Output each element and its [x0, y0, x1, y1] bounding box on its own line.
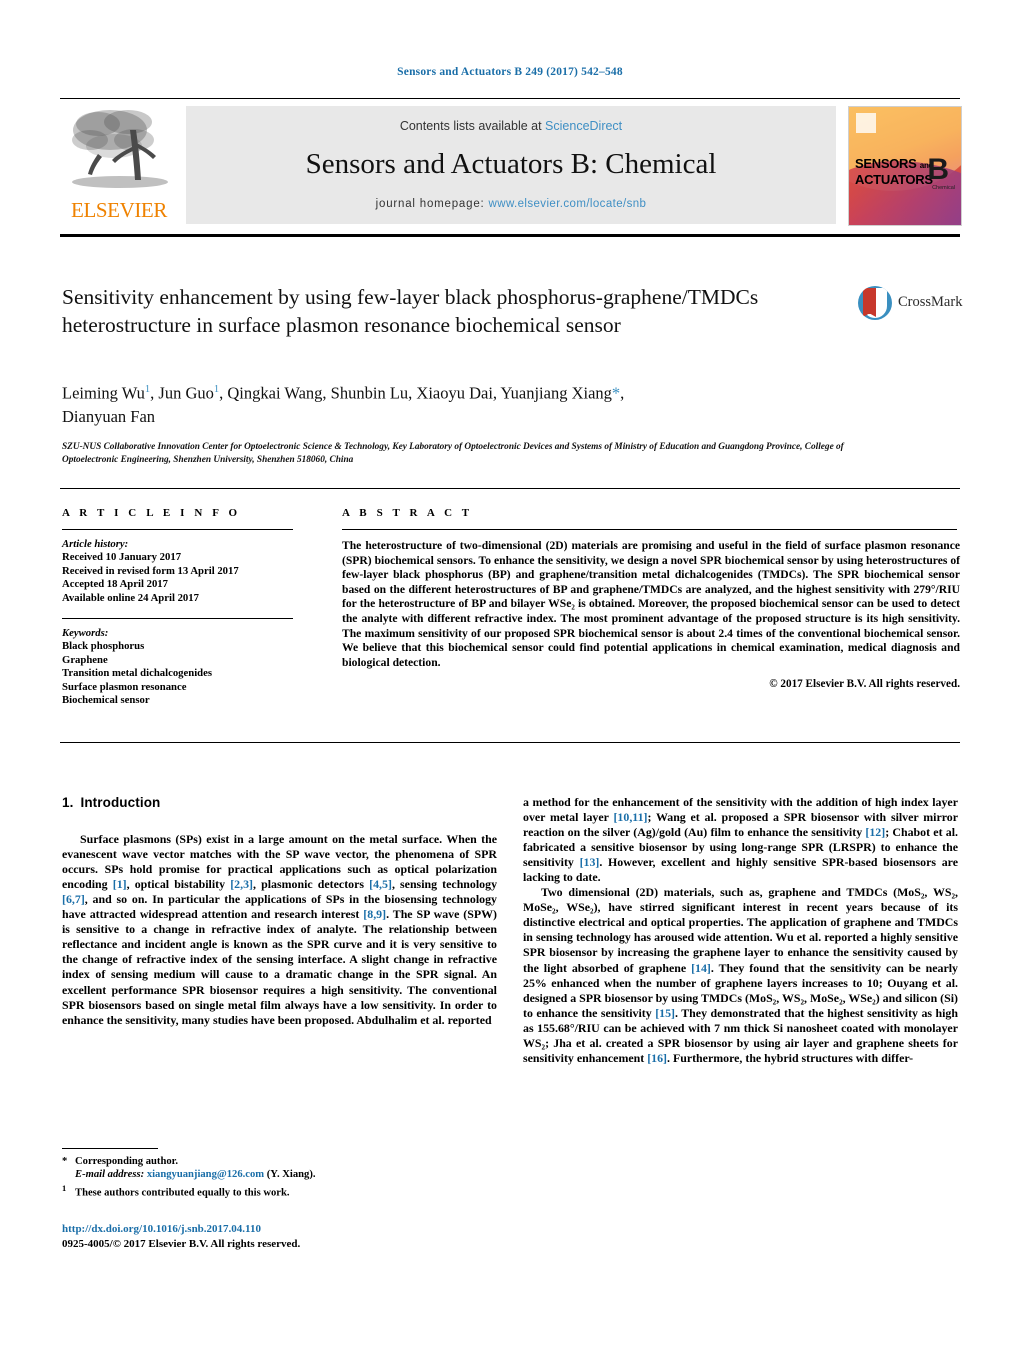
body-column-right: a method for the enhancement of the sens…: [523, 795, 958, 1066]
journal-masthead: ELSEVIER Contents lists available at Sci…: [60, 104, 962, 226]
abstract-text: The heterostructure of two-dimensional (…: [342, 539, 960, 669]
text-run: . The SP wave (SPW) is sensitive to a ch…: [62, 907, 497, 1027]
footnote-equal-contribution: 1 These authors contributed equally to th…: [62, 1182, 492, 1200]
footnote-one-mark: 1: [62, 1182, 67, 1193]
abstract-column: A B S T R A C T The heterostructure of t…: [342, 507, 960, 690]
citation-ref[interactable]: [12]: [865, 825, 885, 839]
keyword-item: Biochemical sensor: [62, 694, 150, 707]
article-info-heading: A R T I C L E I N F O: [62, 507, 241, 519]
section-number: 1.: [62, 795, 74, 810]
cover-line-2: ACTUATORS: [855, 172, 933, 187]
citation-ref[interactable]: [8,9]: [363, 907, 386, 921]
cover-subtitle: Chemical: [932, 185, 955, 191]
paper-page: Sensors and Actuators B 249 (2017) 542–5…: [0, 0, 1020, 1351]
abstract-bottom-rule: [60, 742, 960, 743]
authors-rest: , Qingkai Wang, Shunbin Lu, Xiaoyu Dai, …: [219, 383, 612, 403]
article-history-block: Article history: Received 10 January 201…: [62, 538, 297, 605]
abstract-heading: A B S T R A C T: [342, 507, 473, 519]
footnote-rule: [62, 1148, 158, 1149]
footnote-star-mark: *: [62, 1156, 68, 1167]
author-leiming-wu: Leiming Wu: [62, 383, 145, 403]
citation-ref[interactable]: [15]: [655, 1006, 675, 1020]
section-title: Introduction: [80, 795, 161, 810]
affiliation: SZU-NUS Collaborative Innovation Center …: [62, 442, 844, 465]
footnote-corresponding: * Corresponding author.: [62, 1155, 492, 1168]
abstract-top-rule: [60, 488, 960, 489]
footnote-corresponding-text: Corresponding author.: [75, 1156, 179, 1167]
citation-ref[interactable]: [13]: [580, 855, 600, 869]
paragraph: Two dimensional (2D) materials, such as,…: [523, 885, 958, 1066]
abstract-rule: [342, 529, 957, 530]
citation-ref[interactable]: [16]: [647, 1051, 667, 1065]
paragraph: Surface plasmons (SPs) exist in a large …: [62, 832, 497, 1028]
homepage-label: journal homepage:: [375, 198, 485, 210]
citation-ref[interactable]: [10,11]: [613, 810, 647, 824]
citation-ref[interactable]: [6,7]: [62, 892, 85, 906]
doi-link[interactable]: http://dx.doi.org/10.1016/j.snb.2017.04.…: [62, 1222, 492, 1237]
keyword-item: Surface plasmon resonance: [62, 680, 187, 693]
keywords-label: Keywords:: [62, 627, 109, 640]
elsevier-wordmark: ELSEVIER: [71, 198, 167, 222]
cover-series-letter: B: [927, 153, 949, 186]
crossmark-badge[interactable]: CrossMark: [858, 286, 962, 328]
crossmark-icon: [858, 286, 892, 320]
article-info-rule: [62, 529, 293, 530]
text-run: , optical bistability: [126, 877, 231, 892]
journal-cover-image: SENSORS and ACTUATORS B Chemical: [848, 106, 962, 226]
elsevier-logo: ELSEVIER: [60, 106, 178, 224]
history-item: Accepted 18 April 2017: [62, 578, 168, 591]
issn-copyright-line: 0925-4005/© 2017 Elsevier B.V. All right…: [62, 1237, 301, 1250]
footnotes-block: * Corresponding author. E-mail address: x…: [62, 1155, 492, 1200]
contents-line: Contents lists available at ScienceDirec…: [186, 119, 836, 133]
sciencedirect-link[interactable]: ScienceDirect: [545, 119, 622, 133]
keywords-block: Keywords: Black phosphorus Graphene Tran…: [62, 627, 297, 707]
citation-ref[interactable]: [1]: [113, 877, 127, 891]
corresponding-author-mark[interactable]: *: [612, 384, 620, 403]
keywords-rule: [62, 618, 293, 620]
elsevier-tree-icon: [72, 110, 168, 188]
author-list: Leiming Wu1, Jun Guo1, Qingkai Wang, Shu…: [62, 383, 625, 426]
footnote-equal-text: These authors contributed equally to thi…: [75, 1187, 290, 1199]
citation-ref[interactable]: [14]: [691, 961, 711, 975]
text-run: . Furthermore, the hybrid structures wit…: [667, 1050, 914, 1065]
cover-title-text: SENSORS and ACTUATORS: [855, 157, 933, 187]
journal-homepage-line: journal homepage: www.elsevier.com/locat…: [186, 198, 836, 210]
text-run: , plasmonic detectors: [253, 877, 370, 892]
email-label: E-mail address:: [75, 1169, 145, 1181]
header-rule: [60, 98, 960, 99]
keyword-item: Transition metal dichalcogenides: [62, 667, 213, 680]
abstract-copyright: © 2017 Elsevier B.V. All rights reserved…: [769, 678, 960, 691]
doi-block: http://dx.doi.org/10.1016/j.snb.2017.04.…: [62, 1222, 492, 1251]
email-suffix: (Y. Xiang).: [266, 1169, 316, 1181]
journal-title: Sensors and Actuators B: Chemical: [305, 148, 717, 180]
masthead-bottom-rule: [60, 234, 960, 237]
page-title: Sensitivity enhancement by using few-lay…: [62, 285, 759, 337]
body-column-left: 1. Introduction Surface plasmons (SPs) ex…: [62, 795, 497, 1028]
section-heading-introduction: 1. Introduction: [62, 795, 497, 810]
contents-prefix: Contents lists available at: [399, 119, 546, 133]
journal-banner: Contents lists available at ScienceDirec…: [186, 106, 836, 224]
keyword-item: Black phosphorus: [62, 640, 145, 653]
author-dianyuan-fan: Dianyuan Fan: [62, 406, 156, 426]
paragraph: a method for the enhancement of the sens…: [523, 795, 958, 885]
citation-ref[interactable]: [4,5]: [369, 877, 392, 891]
running-head: Sensors and Actuators B 249 (2017) 542–5…: [397, 66, 623, 78]
cover-elsevier-icon: [856, 113, 876, 133]
text-run: , sensing technology: [391, 877, 498, 892]
history-item: Received in revised form 13 April 2017: [62, 564, 239, 577]
history-item: Received 10 January 2017: [62, 551, 182, 564]
footnote-email: E-mail address: xiangyuanjiang@126.com (…: [62, 1168, 492, 1181]
article-info-column: A R T I C L E I N F O Article history: R…: [62, 507, 297, 707]
article-history-label: Article history:: [62, 538, 129, 550]
history-item: Available online 24 April 2017: [62, 591, 199, 604]
author-jun-guo: , Jun Guo: [150, 383, 214, 403]
keyword-item: Graphene: [62, 653, 108, 666]
cover-line-1: SENSORS: [855, 156, 917, 171]
homepage-url-link[interactable]: www.elsevier.com/locate/snb: [489, 198, 647, 210]
citation-ref[interactable]: [2,3]: [230, 877, 253, 891]
crossmark-label: CrossMark: [898, 294, 963, 310]
email-link[interactable]: xiangyuanjiang@126.com: [147, 1169, 264, 1180]
